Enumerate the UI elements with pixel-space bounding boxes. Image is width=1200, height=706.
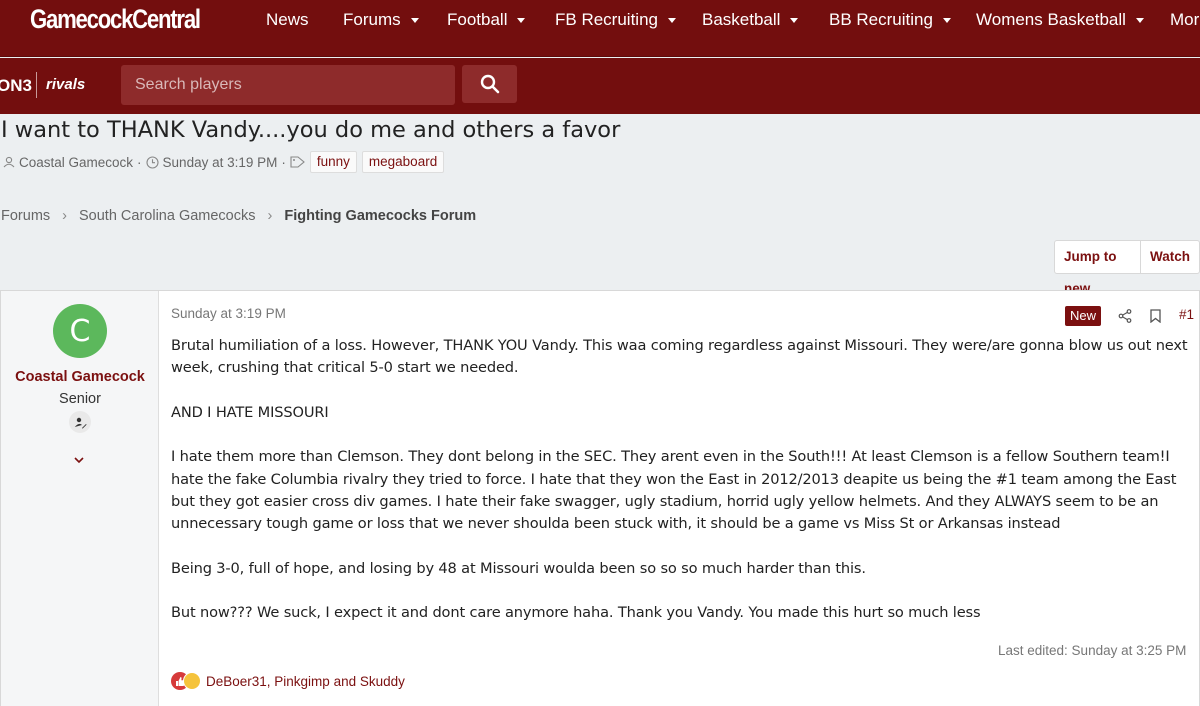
user-badge[interactable] <box>69 411 91 433</box>
on3-logo[interactable]: ON3 <box>0 76 32 96</box>
meta-separator: · <box>137 154 142 170</box>
post-username[interactable]: Coastal Gamecock <box>1 369 159 385</box>
nav-news[interactable]: News <box>266 0 309 40</box>
nav-label: More <box>1170 10 1200 29</box>
reactions-bar[interactable]: DeBoer31, Pinkgimp and Skuddy <box>171 672 405 690</box>
site-logo[interactable]: GamecockCentral <box>30 4 201 35</box>
jump-to-new-button[interactable]: Jump to new <box>1055 241 1140 296</box>
chevron-down-icon <box>667 17 676 23</box>
post-body: Brutal humiliation of a loss. However, T… <box>171 335 1196 647</box>
thread-date[interactable]: Sunday at 3:19 PM <box>163 155 278 170</box>
nav-label: News <box>266 10 309 29</box>
chevron-down-icon <box>517 17 526 23</box>
avatar[interactable]: C <box>53 304 107 358</box>
nav-more[interactable]: More <box>1170 0 1200 40</box>
search-icon <box>480 74 499 94</box>
rivals-logo[interactable]: rivals <box>46 76 85 93</box>
thread-meta: Coastal Gamecock · Sunday at 3:19 PM · f… <box>3 151 445 173</box>
user-edit-icon <box>74 417 87 429</box>
reactions-users[interactable]: DeBoer31, Pinkgimp and Skuddy <box>206 674 405 689</box>
tag-megaboard[interactable]: megaboard <box>361 151 445 173</box>
chevron-down-icon <box>410 17 419 23</box>
nav-label: FB Recruiting <box>555 10 658 29</box>
post-paragraph: Brutal humiliation of a loss. However, T… <box>171 337 1188 377</box>
new-badge: New <box>1065 306 1102 326</box>
watch-button[interactable]: Watch <box>1140 241 1199 273</box>
meta-separator: · <box>281 154 286 170</box>
post-date[interactable]: Sunday at 3:19 PM <box>171 306 286 321</box>
chevron-right-icon: › <box>267 208 273 224</box>
search-input[interactable]: Search players <box>121 65 455 105</box>
post-paragraph: But now??? We suck, I expect it and dont… <box>171 604 981 622</box>
breadcrumb-fighting-gamecocks[interactable]: Fighting Gamecocks Forum <box>284 208 476 224</box>
bookmark-icon[interactable] <box>1150 308 1161 327</box>
tag-funny[interactable]: funny <box>309 151 357 173</box>
chevron-down-icon <box>790 17 799 23</box>
chevron-right-icon: › <box>62 208 67 224</box>
clock-icon <box>145 155 159 169</box>
nav-label: Forums <box>343 10 401 29</box>
tag-icon <box>290 156 305 168</box>
nav-label: BB Recruiting <box>829 10 933 29</box>
thread-title: I want to THANK Vandy....you do me and o… <box>1 117 621 143</box>
user-rank: Senior <box>59 391 101 407</box>
nav-football[interactable]: Football <box>447 0 526 40</box>
chevron-down-icon <box>1135 17 1144 23</box>
nav-label: Womens Basketball <box>976 10 1126 29</box>
haha-reaction-icon <box>183 672 201 690</box>
chevron-down-icon <box>942 17 951 23</box>
post-number[interactable]: #1 <box>1179 307 1194 322</box>
thread-actions: Jump to new Watch <box>1054 240 1200 296</box>
last-edited: Last edited: Sunday at 3:25 PM <box>998 643 1187 658</box>
post-paragraph: Being 3-0, full of hope, and losing by 4… <box>171 559 866 577</box>
post-paragraph: I hate them more than Clemson. They dont… <box>171 448 1177 533</box>
nav-basketball[interactable]: Basketball <box>702 0 799 40</box>
user-icon <box>3 156 15 168</box>
breadcrumb: Forums › South Carolina Gamecocks › Figh… <box>1 208 476 224</box>
thread-author[interactable]: Coastal Gamecock <box>19 155 133 170</box>
chevron-down-icon[interactable] <box>73 449 85 468</box>
nav-bb-recruiting[interactable]: BB Recruiting <box>829 0 951 40</box>
search-button[interactable] <box>462 65 517 103</box>
nav-label: Football <box>447 10 508 29</box>
nav-womens-basketball[interactable]: Womens Basketball <box>976 0 1144 40</box>
nav-label: Basketball <box>702 10 781 29</box>
breadcrumb-south-carolina[interactable]: South Carolina Gamecocks <box>79 208 256 224</box>
post-paragraph: AND I HATE MISSOURI <box>171 403 329 421</box>
nav-fb-recruiting[interactable]: FB Recruiting <box>555 0 676 40</box>
breadcrumb-forums[interactable]: Forums <box>1 208 50 224</box>
post: C Coastal Gamecock Senior Sunday at 3:19… <box>0 290 1200 706</box>
post-user-cell: C Coastal Gamecock Senior <box>1 291 159 706</box>
nav-forums[interactable]: Forums <box>343 0 419 40</box>
brand-divider <box>36 72 37 98</box>
share-icon[interactable] <box>1118 308 1132 327</box>
